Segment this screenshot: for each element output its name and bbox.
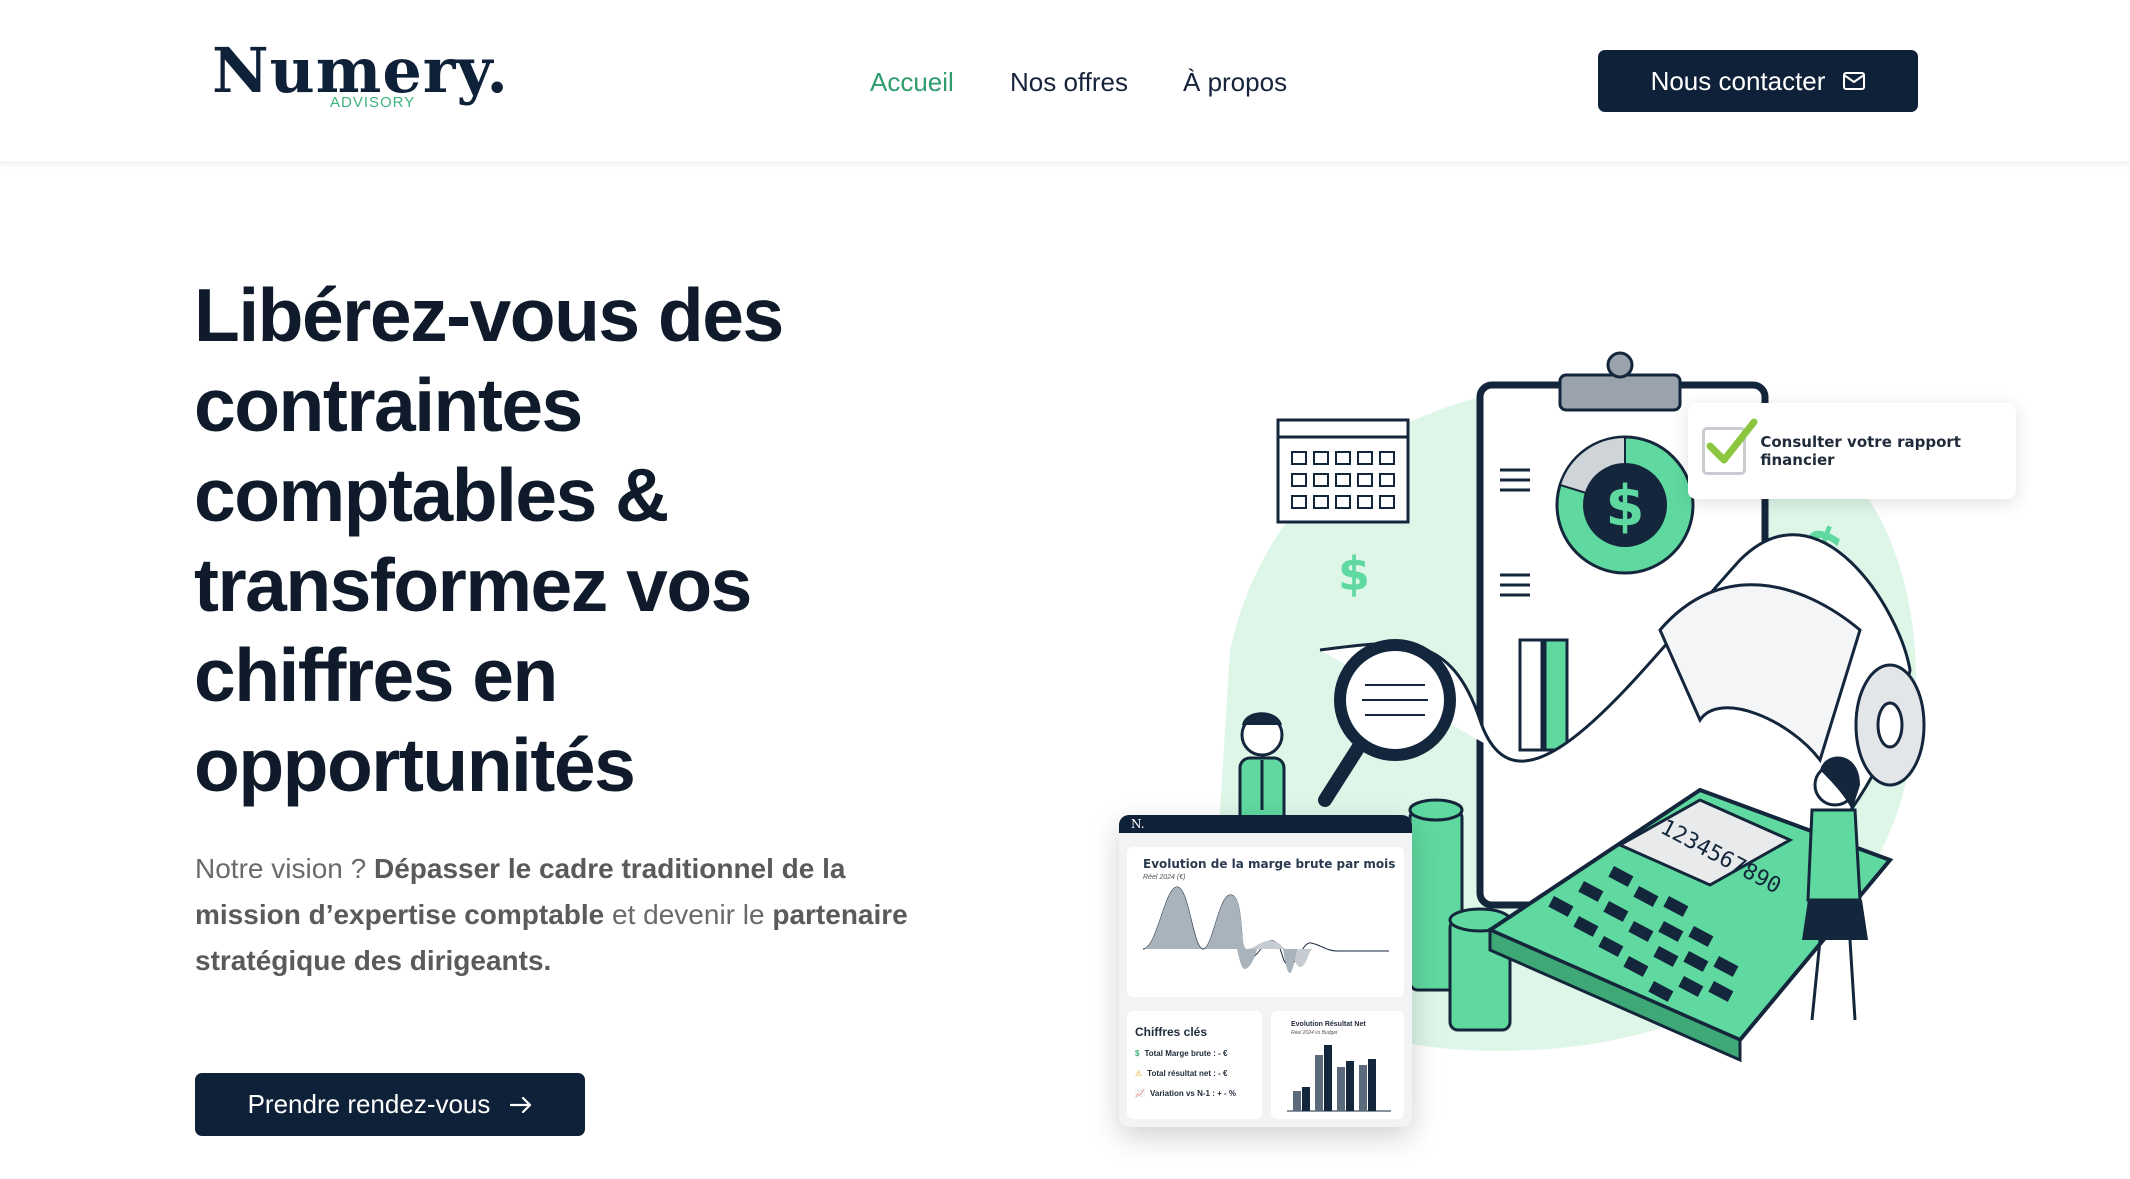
key-figures-panel: Chiffres clés $ Total Marge brute : - € ⚠… (1127, 1011, 1262, 1119)
kpi-label: Variation vs N-1 : + - % (1149, 1089, 1236, 1098)
hero-title-line: comptables & (194, 453, 669, 537)
kpi-row: $ Total Marge brute : - € (1135, 1049, 1227, 1058)
report-card[interactable]: Consulter votre rapport financier (1688, 403, 2016, 499)
warning-icon: ⚠ (1135, 1069, 1143, 1078)
vision-prefix: Notre vision ? (195, 853, 374, 884)
vision-text: Notre vision ? Dépasser le cadre traditi… (195, 846, 915, 984)
clipboard-clip (1558, 373, 1682, 412)
nav-item-accueil[interactable]: Accueil (870, 62, 954, 102)
bar (1346, 1061, 1354, 1111)
book-appointment-button[interactable]: Prendre rendez-vous (195, 1073, 585, 1136)
bar (1337, 1067, 1345, 1111)
nav-item-nos-offres[interactable]: Nos offres (1010, 62, 1128, 102)
dollar-icon: $ (1338, 547, 1370, 601)
contact-button[interactable]: Nous contacter (1598, 50, 1918, 112)
dashboard-card: N. Evolution de la marge brute par mois … (1119, 815, 1412, 1127)
trend-icon: 📈 (1135, 1089, 1145, 1098)
man-figure (1238, 712, 1286, 830)
kpi-row: 📈 Variation vs N-1 : + - % (1135, 1089, 1236, 1098)
kpi-label: Total résultat net : - € (1147, 1069, 1228, 1078)
checkbox-checked-icon (1702, 418, 1758, 475)
key-figures-title: Chiffres clés (1135, 1025, 1208, 1039)
hero-title-line: contraintes (194, 363, 583, 447)
dollar-icon: $ (1135, 1049, 1140, 1058)
clip-knob (1606, 351, 1634, 379)
bar (1368, 1059, 1376, 1111)
hero-title: Libérez-vous des contraintes comptables … (194, 270, 954, 810)
vision-mid: et devenir le (604, 899, 773, 930)
hero-title-line: transformez vos (194, 543, 752, 627)
bar (1359, 1065, 1367, 1111)
hero-title-line: chiffres en (194, 633, 558, 717)
bar (1315, 1055, 1323, 1111)
arrow-right-icon (510, 1096, 532, 1113)
site-header: Numery. ADVISORY Accueil Nos offres À pr… (0, 0, 2130, 163)
report-card-label: Consulter votre rapport financier (1760, 433, 1961, 469)
bar (1324, 1045, 1332, 1111)
net-result-panel: Evolution Résultat Net Réel 2024 vs Budg… (1271, 1011, 1404, 1119)
kpi-row: ⚠ Total résultat net : - € (1135, 1069, 1227, 1078)
contact-button-label: Nous contacter (1650, 65, 1826, 96)
bar (1302, 1087, 1310, 1111)
bar (1293, 1091, 1301, 1111)
hero-title-line: Libérez-vous des (194, 273, 784, 357)
hero-title-line: opportunités (194, 723, 636, 807)
cta-label: Prendre rendez-vous (247, 1089, 491, 1119)
kpi-label: Total Marge brute : - € (1144, 1049, 1228, 1058)
nav-item-a-propos[interactable]: À propos (1183, 62, 1287, 102)
dollar-icon: $ (1606, 474, 1645, 539)
dashboard-header: N. (1119, 815, 1412, 833)
calendar-icon (1276, 418, 1410, 524)
margin-chart-panel: Evolution de la marge brute par mois Rée… (1127, 847, 1404, 997)
margin-area-chart (1142, 886, 1389, 973)
mail-icon (1843, 72, 1866, 90)
net-result-bar-chart (1287, 1045, 1391, 1112)
